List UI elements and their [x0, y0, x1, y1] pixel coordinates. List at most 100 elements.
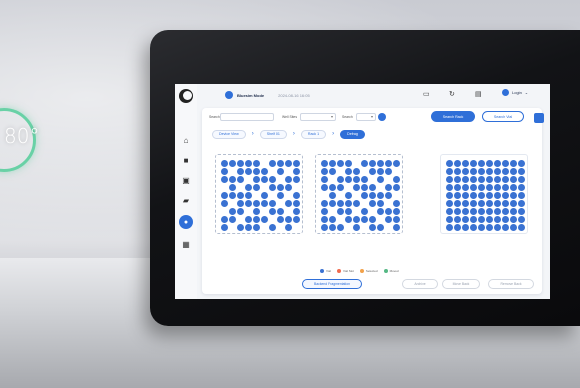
- vial-cell[interactable]: [445, 175, 453, 183]
- empty-slot[interactable]: [253, 192, 260, 199]
- vial-cell[interactable]: [392, 175, 400, 183]
- vial-cell[interactable]: [445, 207, 453, 215]
- empty-slot[interactable]: [385, 176, 392, 183]
- vial-cell[interactable]: [453, 199, 461, 207]
- empty-slot[interactable]: [229, 168, 236, 175]
- vial-cell[interactable]: [244, 159, 252, 167]
- printer-icon[interactable]: ▣: [181, 175, 191, 185]
- vial-cell[interactable]: [260, 191, 268, 199]
- vial-cell[interactable]: [493, 215, 501, 223]
- empty-slot[interactable]: [269, 192, 276, 199]
- vial-cell[interactable]: [469, 223, 477, 231]
- vial-cell[interactable]: [469, 175, 477, 183]
- vial-cell[interactable]: [368, 223, 376, 231]
- vial-cell[interactable]: [445, 159, 453, 167]
- vial-cell[interactable]: [477, 191, 485, 199]
- vial-cell[interactable]: [376, 175, 384, 183]
- empty-slot[interactable]: [269, 216, 276, 223]
- vial-cell[interactable]: [292, 199, 300, 207]
- vial-cell[interactable]: [368, 199, 376, 207]
- vial-cell[interactable]: [517, 167, 525, 175]
- empty-slot[interactable]: [337, 168, 344, 175]
- panel-toggle-button[interactable]: [534, 113, 544, 123]
- vial-cell[interactable]: [292, 215, 300, 223]
- vial-cell[interactable]: [384, 191, 392, 199]
- vial-cell[interactable]: [392, 183, 400, 191]
- empty-slot[interactable]: [337, 192, 344, 199]
- vial-cell[interactable]: [477, 223, 485, 231]
- vial-cell[interactable]: [493, 183, 501, 191]
- vial-cell[interactable]: [461, 183, 469, 191]
- vial-cell[interactable]: [368, 159, 376, 167]
- vial-cell[interactable]: [501, 207, 509, 215]
- vial-cell[interactable]: [244, 167, 252, 175]
- vial-cell[interactable]: [477, 167, 485, 175]
- vial-cell[interactable]: [284, 199, 292, 207]
- vial-cell[interactable]: [376, 167, 384, 175]
- vial-cell[interactable]: [228, 175, 236, 183]
- vial-cell[interactable]: [453, 223, 461, 231]
- move-back-button[interactable]: Move Back: [442, 279, 480, 289]
- vial-cell[interactable]: [268, 207, 276, 215]
- empty-slot[interactable]: [221, 184, 228, 191]
- vial-cell[interactable]: [453, 215, 461, 223]
- vial-cell[interactable]: [509, 159, 517, 167]
- empty-slot[interactable]: [353, 160, 360, 167]
- vial-cell[interactable]: [276, 159, 284, 167]
- empty-slot[interactable]: [245, 176, 252, 183]
- vial-cell[interactable]: [461, 191, 469, 199]
- home-icon[interactable]: ⌂: [181, 135, 191, 145]
- vial-cell[interactable]: [453, 159, 461, 167]
- vial-cell[interactable]: [284, 175, 292, 183]
- apps-grid-icon[interactable]: ▦: [181, 239, 191, 249]
- vial-cell[interactable]: [376, 159, 384, 167]
- vial-cell[interactable]: [445, 223, 453, 231]
- vial-cell[interactable]: [445, 167, 453, 175]
- vial-cell[interactable]: [236, 175, 244, 183]
- empty-slot[interactable]: [285, 192, 292, 199]
- vial-cell[interactable]: [252, 207, 260, 215]
- vial-cell[interactable]: [292, 191, 300, 199]
- vial-cell[interactable]: [376, 199, 384, 207]
- empty-slot[interactable]: [261, 184, 268, 191]
- vial-cell[interactable]: [352, 199, 360, 207]
- vial-cell[interactable]: [360, 175, 368, 183]
- vial-cell[interactable]: [228, 191, 236, 199]
- backend-fragmentation-button[interactable]: Backend Fragmentation: [302, 279, 362, 289]
- vial-cell[interactable]: [517, 159, 525, 167]
- vial-cell[interactable]: [336, 207, 344, 215]
- remove-back-button[interactable]: Remove Back: [488, 279, 534, 289]
- vial-cell[interactable]: [469, 215, 477, 223]
- vial-cell[interactable]: [328, 167, 336, 175]
- vial-cell[interactable]: [392, 223, 400, 231]
- vial-cell[interactable]: [260, 167, 268, 175]
- vial-cell[interactable]: [252, 199, 260, 207]
- vial-cell[interactable]: [220, 191, 228, 199]
- vial-cell[interactable]: [276, 207, 284, 215]
- empty-slot[interactable]: [329, 208, 336, 215]
- vial-cell[interactable]: [392, 159, 400, 167]
- trash-icon[interactable]: ■: [181, 155, 191, 165]
- vial-cell[interactable]: [336, 183, 344, 191]
- vial-cell[interactable]: [292, 159, 300, 167]
- vial-cell[interactable]: [360, 207, 368, 215]
- vial-cell[interactable]: [509, 207, 517, 215]
- vial-cell[interactable]: [284, 183, 292, 191]
- vial-cell[interactable]: [236, 199, 244, 207]
- empty-slot[interactable]: [277, 200, 284, 207]
- empty-slot[interactable]: [237, 216, 244, 223]
- breadcrumb-shelf[interactable]: Shelf 01: [259, 129, 287, 139]
- vial-cell[interactable]: [276, 167, 284, 175]
- empty-slot[interactable]: [369, 176, 376, 183]
- vial-cell[interactable]: [501, 223, 509, 231]
- vial-cell[interactable]: [276, 215, 284, 223]
- vial-cell[interactable]: [276, 183, 284, 191]
- vial-cell[interactable]: [469, 207, 477, 215]
- vial-cell[interactable]: [509, 215, 517, 223]
- vial-cell[interactable]: [453, 183, 461, 191]
- vial-cell[interactable]: [445, 191, 453, 199]
- info-icon[interactable]: [378, 113, 386, 121]
- login-button[interactable]: Login ⌄: [502, 89, 528, 96]
- empty-slot[interactable]: [377, 216, 384, 223]
- empty-slot[interactable]: [345, 224, 352, 231]
